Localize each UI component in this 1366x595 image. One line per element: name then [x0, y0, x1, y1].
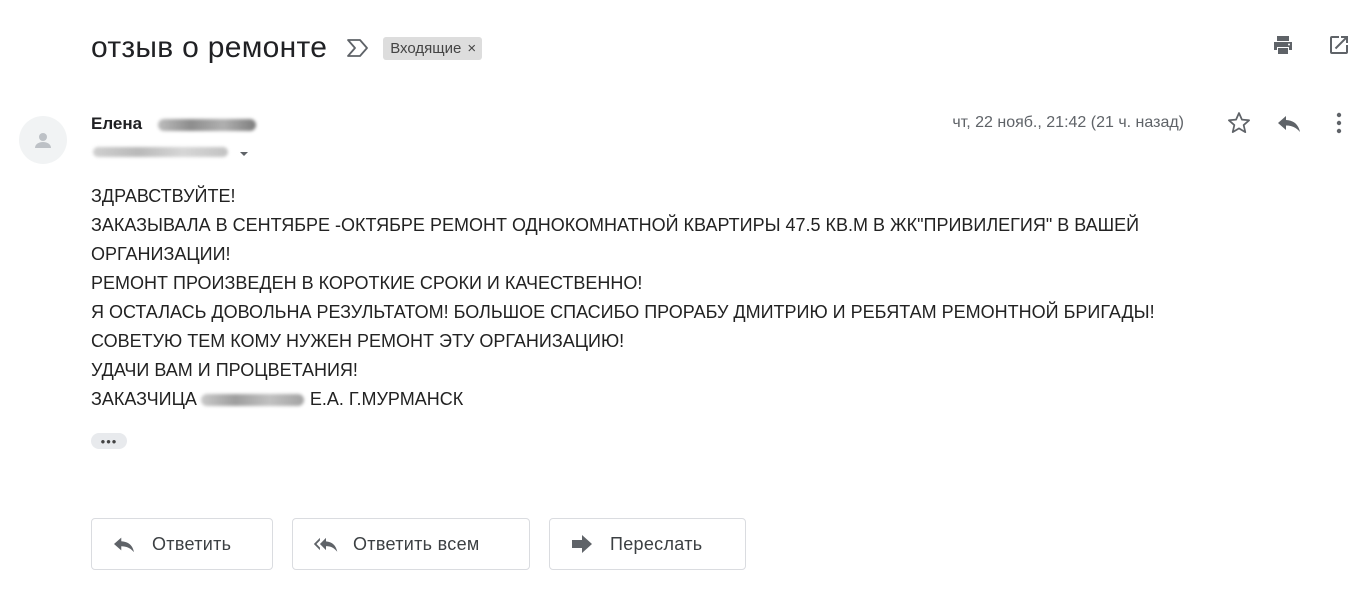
message-date[interactable]: чт, 22 нояб., 21:42 (21 ч. назад): [952, 114, 1184, 132]
avatar[interactable]: [19, 116, 67, 164]
body-line: ЗДРАВСТВУЙТЕ!: [91, 186, 236, 206]
forward-button-label: Переслать: [610, 533, 703, 554]
body-line: УДАЧИ ВАМ И ПРОЦВЕТАНИЯ!: [91, 360, 358, 380]
person-icon: [35, 133, 51, 148]
signature-prefix: ЗАКАЗЧИЦА: [91, 389, 197, 409]
inbox-label-chip: Входящие ×: [383, 36, 483, 60]
chevron-down-icon[interactable]: [238, 147, 250, 159]
body-line: ЗАКАЗЫВАЛА В СЕНТЯБРЕ -ОКТЯБРЕ РЕМОНТ ОД…: [91, 215, 1140, 235]
redacted-signature-name: [200, 394, 304, 407]
reply-all-button-label: Ответить всем: [353, 533, 480, 554]
message-meta: чт, 22 нояб., 21:42 (21 ч. назад): [952, 110, 1352, 136]
signature-line: ЗАКАЗЧИЦА Е.А. Г.МУРМАНСК: [91, 385, 1155, 414]
open-in-new-window-icon[interactable]: [1326, 32, 1352, 58]
body-line: Я ОСТАЛАСЬ ДОВОЛЬНА РЕЗУЛЬТАТОМ! БОЛЬШОЕ…: [91, 302, 1155, 322]
reply-button[interactable]: Ответить: [91, 518, 273, 570]
forward-button[interactable]: Переслать: [549, 518, 746, 570]
reply-actions: Ответить Ответить всем Переслать: [91, 518, 765, 570]
label-text: Входящие: [390, 39, 462, 57]
more-vert-icon[interactable]: [1326, 110, 1352, 136]
subject-row: отзыв о ремонте Входящие ×: [91, 26, 483, 70]
redacted-sender-surname: [158, 119, 256, 131]
body-line: СОВЕТУЮ ТЕМ КОМУ НУЖЕН РЕМОНТ ЭТУ ОРГАНИ…: [91, 331, 625, 351]
star-icon[interactable]: [1226, 110, 1252, 136]
sender-name[interactable]: Елена: [91, 114, 142, 134]
show-trimmed-content-button[interactable]: •••: [91, 433, 127, 449]
remove-label-button[interactable]: ×: [467, 40, 476, 57]
signature-suffix: Е.А. Г.МУРМАНСК: [309, 389, 464, 409]
reply-all-button[interactable]: Ответить всем: [292, 518, 530, 570]
reply-icon: [112, 534, 138, 554]
message-body: ЗДРАВСТВУЙТЕ! ЗАКАЗЫВАЛА В СЕНТЯБРЕ -ОКТ…: [91, 182, 1155, 414]
top-actions: [1270, 32, 1352, 58]
body-line: ОРГАНИЗАЦИИ!: [91, 244, 231, 264]
email-subject: отзыв о ремонте: [91, 31, 328, 64]
body-line: РЕМОНТ ПРОИЗВЕДЕН В КОРОТКИЕ СРОКИ И КАЧ…: [91, 273, 643, 293]
reply-all-icon: [313, 534, 339, 554]
forward-icon: [570, 534, 596, 554]
importance-marker-icon[interactable]: [345, 37, 371, 59]
reply-icon[interactable]: [1276, 110, 1302, 136]
redacted-sender-email: [93, 147, 228, 157]
print-icon[interactable]: [1270, 32, 1296, 58]
reply-button-label: Ответить: [152, 533, 232, 554]
